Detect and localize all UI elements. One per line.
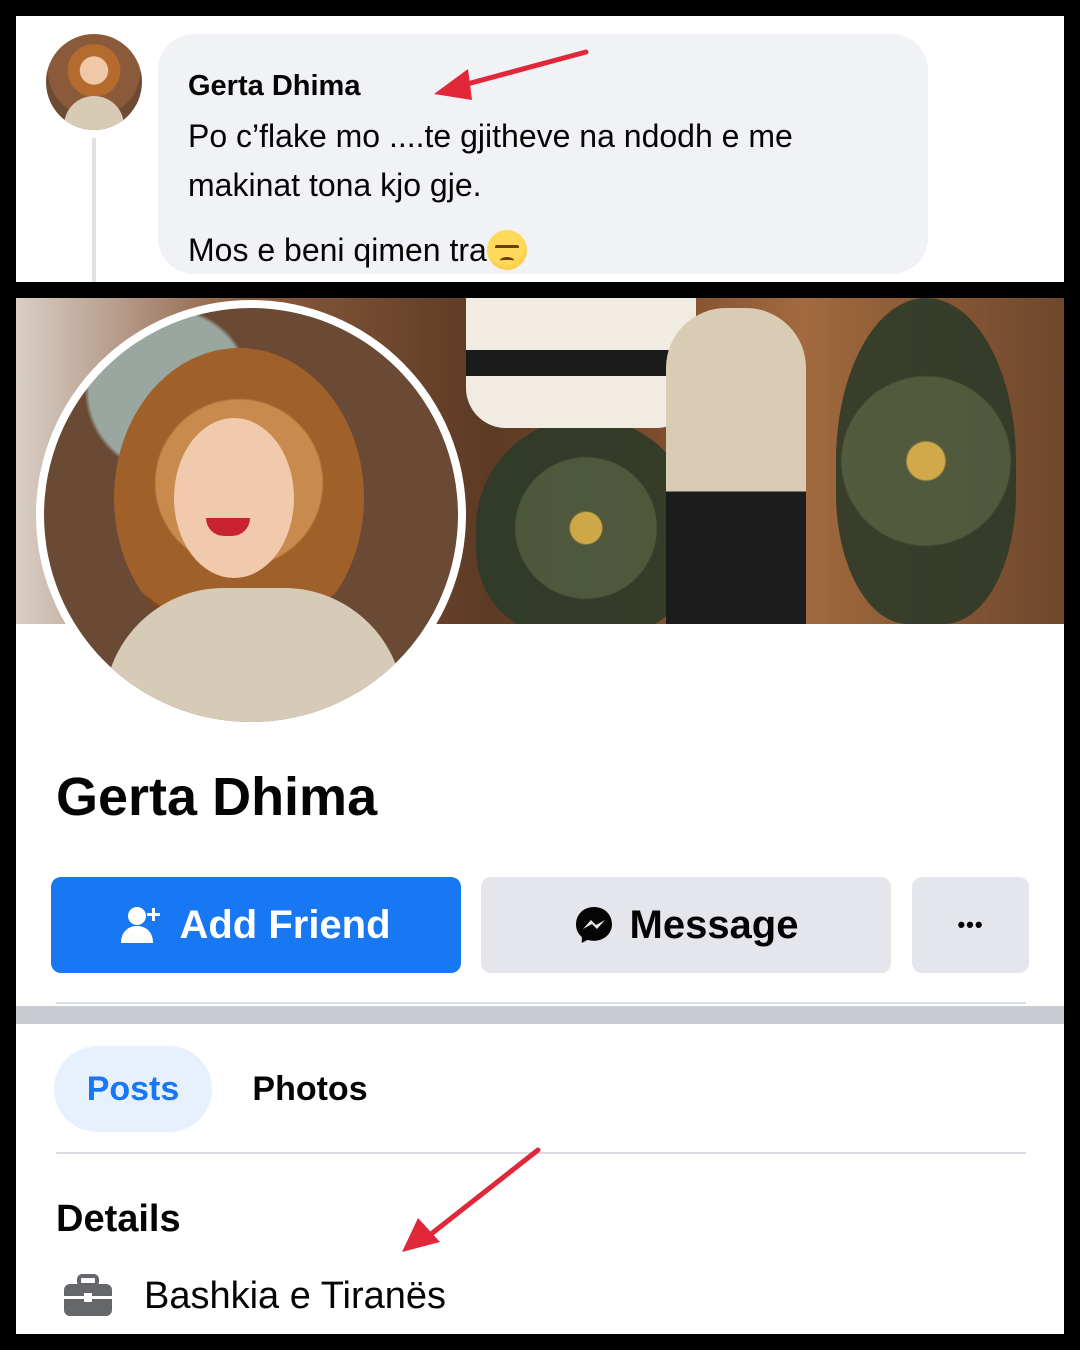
add-friend-label: Add Friend bbox=[179, 902, 391, 947]
profile-picture[interactable] bbox=[36, 300, 466, 730]
comment-author[interactable]: Gerta Dhima bbox=[188, 70, 360, 103]
red-arrow-annotation bbox=[434, 49, 589, 100]
more-options-icon: ••• bbox=[957, 912, 984, 937]
add-friend-button[interactable]: Add Friend bbox=[51, 877, 461, 973]
red-arrow-annotation bbox=[402, 1147, 541, 1252]
work-detail: Bashkia e Tiranës bbox=[62, 1266, 446, 1326]
more-options-button[interactable]: ••• bbox=[912, 877, 1029, 973]
thread-line bbox=[92, 138, 96, 282]
divider bbox=[56, 1002, 1026, 1004]
tab-photos-label: Photos bbox=[252, 1069, 368, 1108]
message-label: Message bbox=[629, 902, 799, 947]
work-text: Bashkia e Tiranës bbox=[144, 1274, 447, 1317]
message-button[interactable]: Message bbox=[481, 877, 891, 973]
add-friend-icon bbox=[121, 907, 161, 943]
comment-panel: Gerta Dhima Po c’flake mo ....te gjithev… bbox=[16, 16, 1064, 282]
messenger-icon bbox=[575, 907, 612, 943]
details-heading: Details bbox=[56, 1198, 181, 1240]
profile-panel: Gerta Dhima Add Friend Message ••• Posts… bbox=[16, 298, 1064, 1334]
unamused-face-emoji-icon bbox=[486, 230, 527, 270]
tab-posts-label: Posts bbox=[86, 1069, 180, 1108]
comment-text-line: Po c’flake mo ....te gjitheve na ndodh e… bbox=[188, 118, 793, 154]
briefcase-icon bbox=[64, 1274, 112, 1316]
profile-name: Gerta Dhima bbox=[56, 767, 378, 827]
comment-text-line: Mos e beni qimen tra bbox=[188, 230, 527, 270]
comment-text-line: makinat tona kjo gje. bbox=[188, 167, 482, 203]
tab-photos[interactable]: Photos bbox=[230, 1046, 390, 1132]
section-divider bbox=[16, 1006, 1064, 1024]
commenter-avatar[interactable] bbox=[46, 34, 142, 130]
tab-posts[interactable]: Posts bbox=[54, 1046, 212, 1132]
comment-text: Mos e beni qimen tra bbox=[188, 232, 487, 268]
